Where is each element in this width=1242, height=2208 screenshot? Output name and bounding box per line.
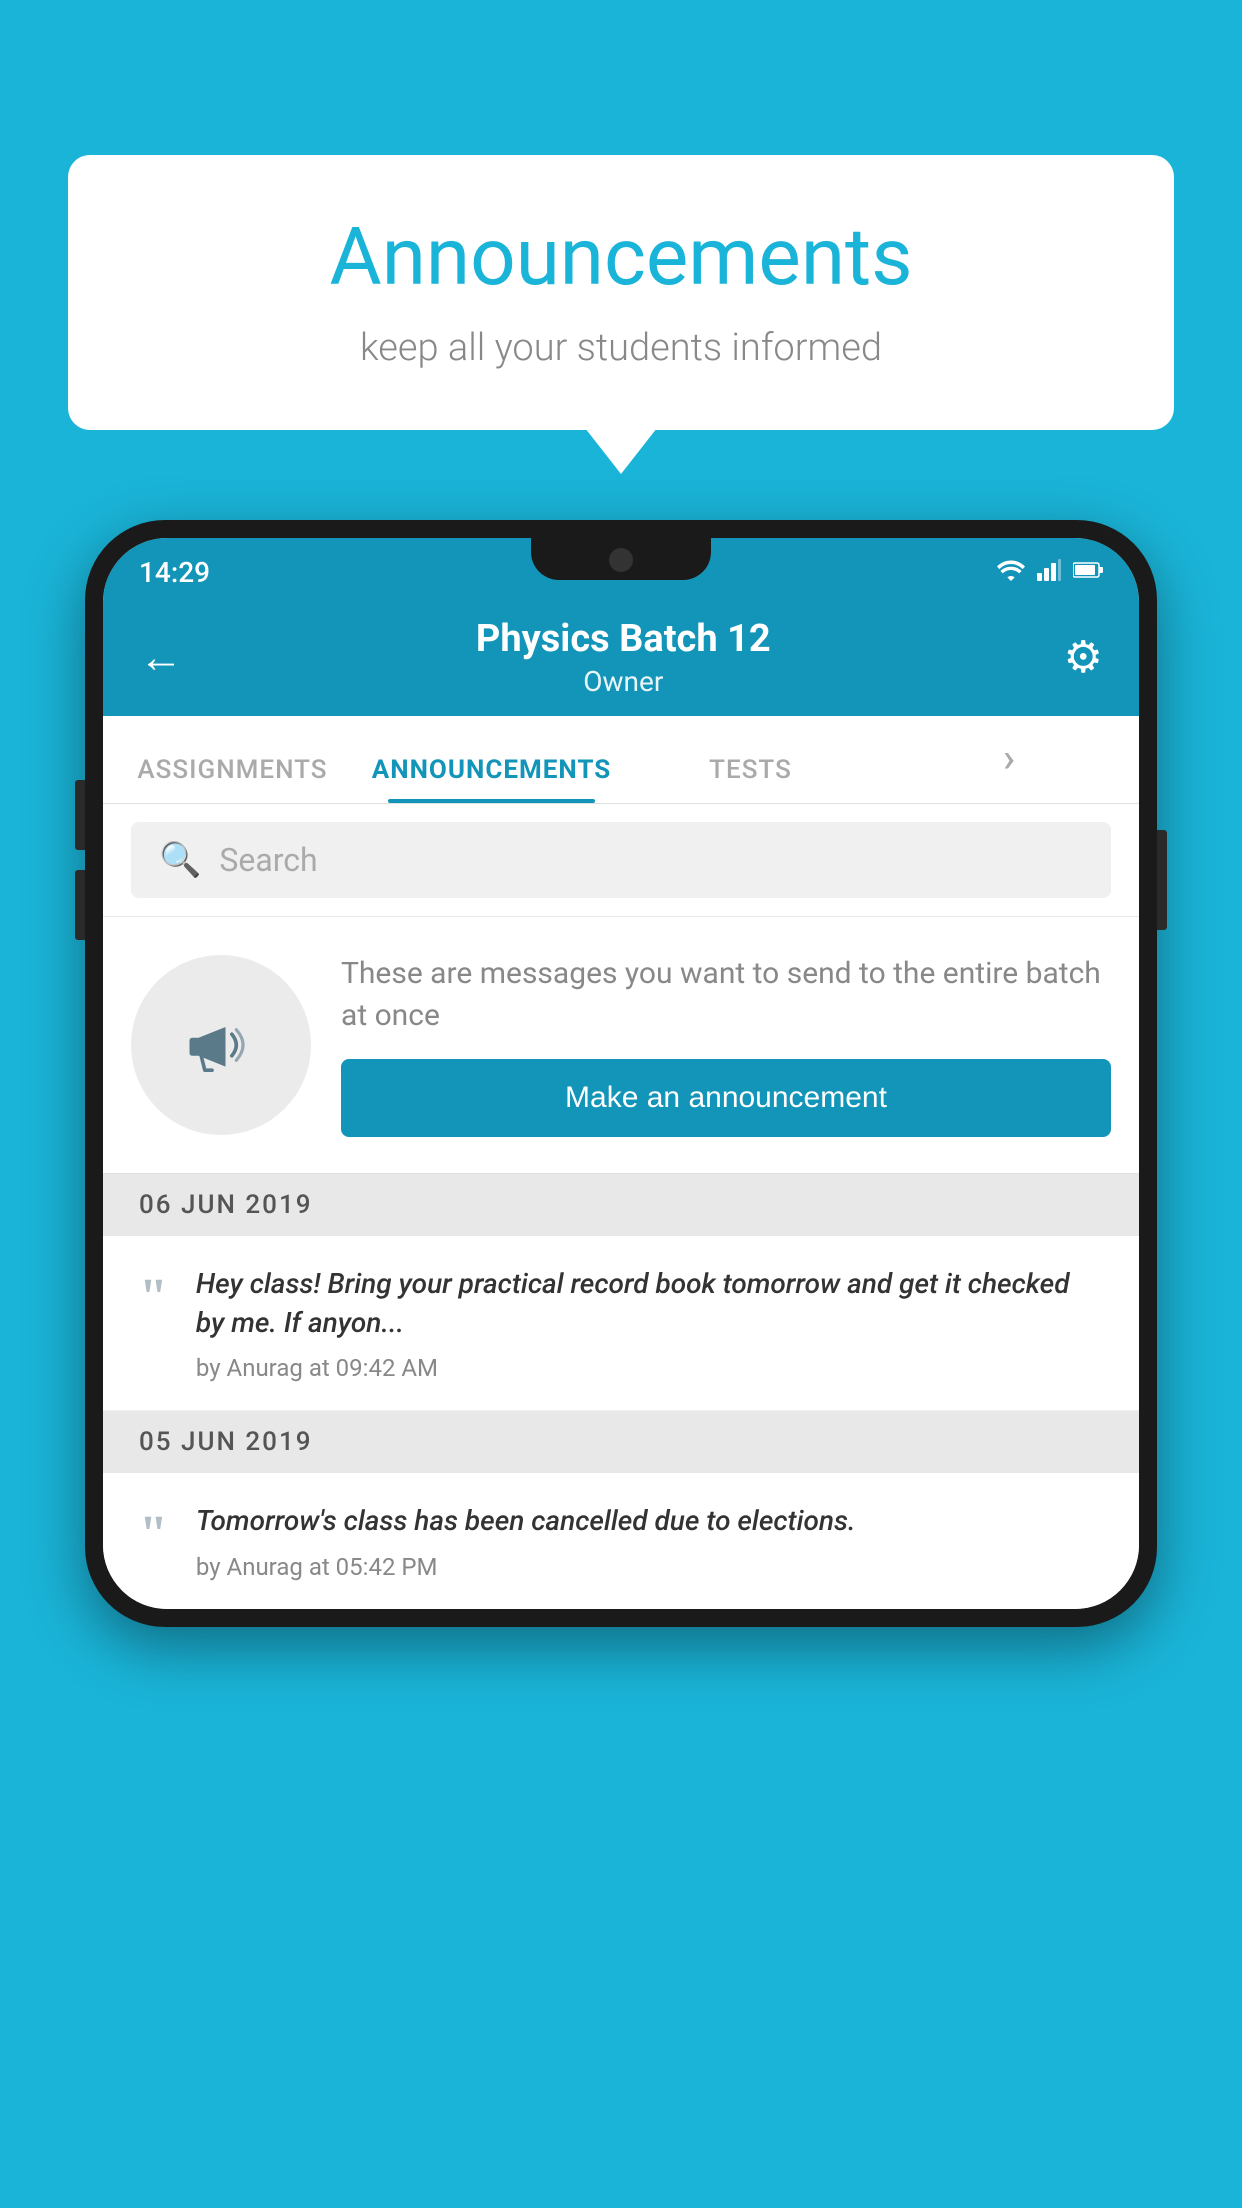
- announcement-content-1: Hey class! Bring your practical record b…: [196, 1264, 1103, 1382]
- tab-more[interactable]: ›: [880, 734, 1139, 803]
- battery-icon: [1073, 561, 1103, 583]
- toolbar-title-group: Physics Batch 12 Owner: [476, 617, 771, 698]
- toolbar-role: Owner: [476, 665, 771, 698]
- announcement-text-1: Hey class! Bring your practical record b…: [196, 1264, 1103, 1342]
- announcement-meta-2: by Anurag at 05:42 PM: [196, 1553, 1103, 1581]
- megaphone-icon: [176, 1000, 266, 1090]
- search-icon: 🔍: [159, 840, 201, 880]
- power-button: [1157, 830, 1167, 930]
- search-input-placeholder[interactable]: Search: [219, 841, 317, 879]
- back-button[interactable]: ←: [139, 631, 183, 683]
- quote-icon-2: ": [139, 1509, 168, 1561]
- announcement-content-2: Tomorrow's class has been cancelled due …: [196, 1501, 1103, 1580]
- speech-bubble: Announcements keep all your students inf…: [68, 155, 1174, 430]
- phone-notch: [531, 538, 711, 580]
- promo-content: These are messages you want to send to t…: [341, 953, 1111, 1137]
- volume-button-down: [75, 870, 85, 940]
- announcement-item-2[interactable]: " Tomorrow's class has been cancelled du…: [103, 1473, 1139, 1608]
- app-toolbar: ← Physics Batch 12 Owner ⚙: [103, 598, 1139, 716]
- promo-icon-circle: [131, 955, 311, 1135]
- announcement-promo-section: These are messages you want to send to t…: [103, 917, 1139, 1174]
- phone-screen: 14:29: [103, 538, 1139, 1609]
- search-box[interactable]: 🔍 Search: [131, 822, 1111, 898]
- signal-icon: [1037, 559, 1061, 585]
- announcement-meta-1: by Anurag at 09:42 AM: [196, 1354, 1103, 1382]
- tabs-bar: ASSIGNMENTS ANNOUNCEMENTS TESTS ›: [103, 716, 1139, 804]
- tab-announcements[interactable]: ANNOUNCEMENTS: [362, 755, 621, 803]
- tab-tests[interactable]: TESTS: [621, 755, 880, 803]
- announcement-text-2: Tomorrow's class has been cancelled due …: [196, 1501, 1103, 1540]
- promo-description: These are messages you want to send to t…: [341, 953, 1111, 1037]
- date-separator-2: 05 JUN 2019: [103, 1411, 1139, 1473]
- bubble-title: Announcements: [128, 210, 1114, 304]
- announcement-item-1[interactable]: " Hey class! Bring your practical record…: [103, 1236, 1139, 1411]
- wifi-icon: [997, 559, 1025, 585]
- make-announcement-button[interactable]: Make an announcement: [341, 1059, 1111, 1137]
- date-separator-1: 06 JUN 2019: [103, 1174, 1139, 1236]
- volume-button-up: [75, 780, 85, 850]
- quote-icon-1: ": [139, 1272, 168, 1324]
- bubble-subtitle: keep all your students informed: [128, 326, 1114, 370]
- speech-bubble-container: Announcements keep all your students inf…: [68, 155, 1174, 430]
- phone-mockup: 14:29: [85, 520, 1157, 1627]
- toolbar-batch-name: Physics Batch 12: [476, 617, 771, 661]
- phone-body: 14:29: [85, 520, 1157, 1627]
- status-time: 14:29: [139, 556, 210, 589]
- search-container: 🔍 Search: [103, 804, 1139, 917]
- tab-assignments[interactable]: ASSIGNMENTS: [103, 755, 362, 803]
- phone-camera: [609, 548, 633, 572]
- settings-icon[interactable]: ⚙: [1064, 631, 1103, 683]
- status-icons: [997, 559, 1103, 585]
